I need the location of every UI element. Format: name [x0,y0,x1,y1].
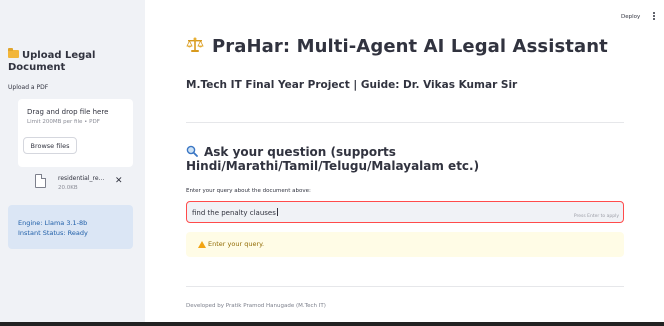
upload-title: Upload Legal Document [8,48,96,73]
divider [186,286,624,287]
search-icon [186,145,198,157]
file-icon [35,174,46,188]
ask-heading: Ask your question (supports Hindi/Marath… [186,145,480,173]
app-window: Upload Legal Document Upload a PDF Drag … [0,0,664,326]
footer-credit: Developed by Pratik Pramod Hanugade (M.T… [186,303,326,309]
query-input[interactable]: find the penalty clauses Press Enter to … [186,201,624,223]
uploaded-file: residential_re... 20.0KB ✕ [27,168,137,200]
query-value: find the penalty clauses [192,209,276,217]
upload-label: Upload a PDF [8,84,49,91]
page-subtitle: M.Tech IT Final Year Project | Guide: Dr… [186,79,518,91]
bottom-border [0,322,664,326]
dropzone-title: Drag and drop file here [27,108,109,116]
scales-icon [186,37,204,53]
remove-file-icon[interactable]: ✕ [115,176,123,186]
warning-text: Enter your query. [208,240,265,248]
more-options-icon[interactable] [653,12,656,22]
warning-alert: Enter your query. [186,232,624,257]
divider [186,122,624,123]
page-title: PraHar: Multi-Agent AI Legal Assistant [186,36,608,57]
browse-files-button[interactable]: Browse files [23,137,77,154]
sidebar: Upload Legal Document Upload a PDF Drag … [0,0,145,322]
status-box: Engine: Llama 3.1-8b Instant Status: Rea… [8,205,133,249]
file-size: 20.0KB [58,185,78,191]
warning-icon [198,241,206,248]
query-hint: Press Enter to apply [573,214,619,219]
engine-status: Engine: Llama 3.1-8b [18,219,88,227]
folder-icon [8,48,19,58]
instant-status: Instant Status: Ready [18,229,88,237]
file-dropzone[interactable]: Drag and drop file here Limit 200MB per … [18,99,133,167]
dropzone-limit: Limit 200MB per file • PDF [27,119,100,125]
deploy-button[interactable]: Deploy [621,14,640,20]
query-label: Enter your query about the document abov… [186,188,311,194]
file-name: residential_re... [58,175,105,182]
